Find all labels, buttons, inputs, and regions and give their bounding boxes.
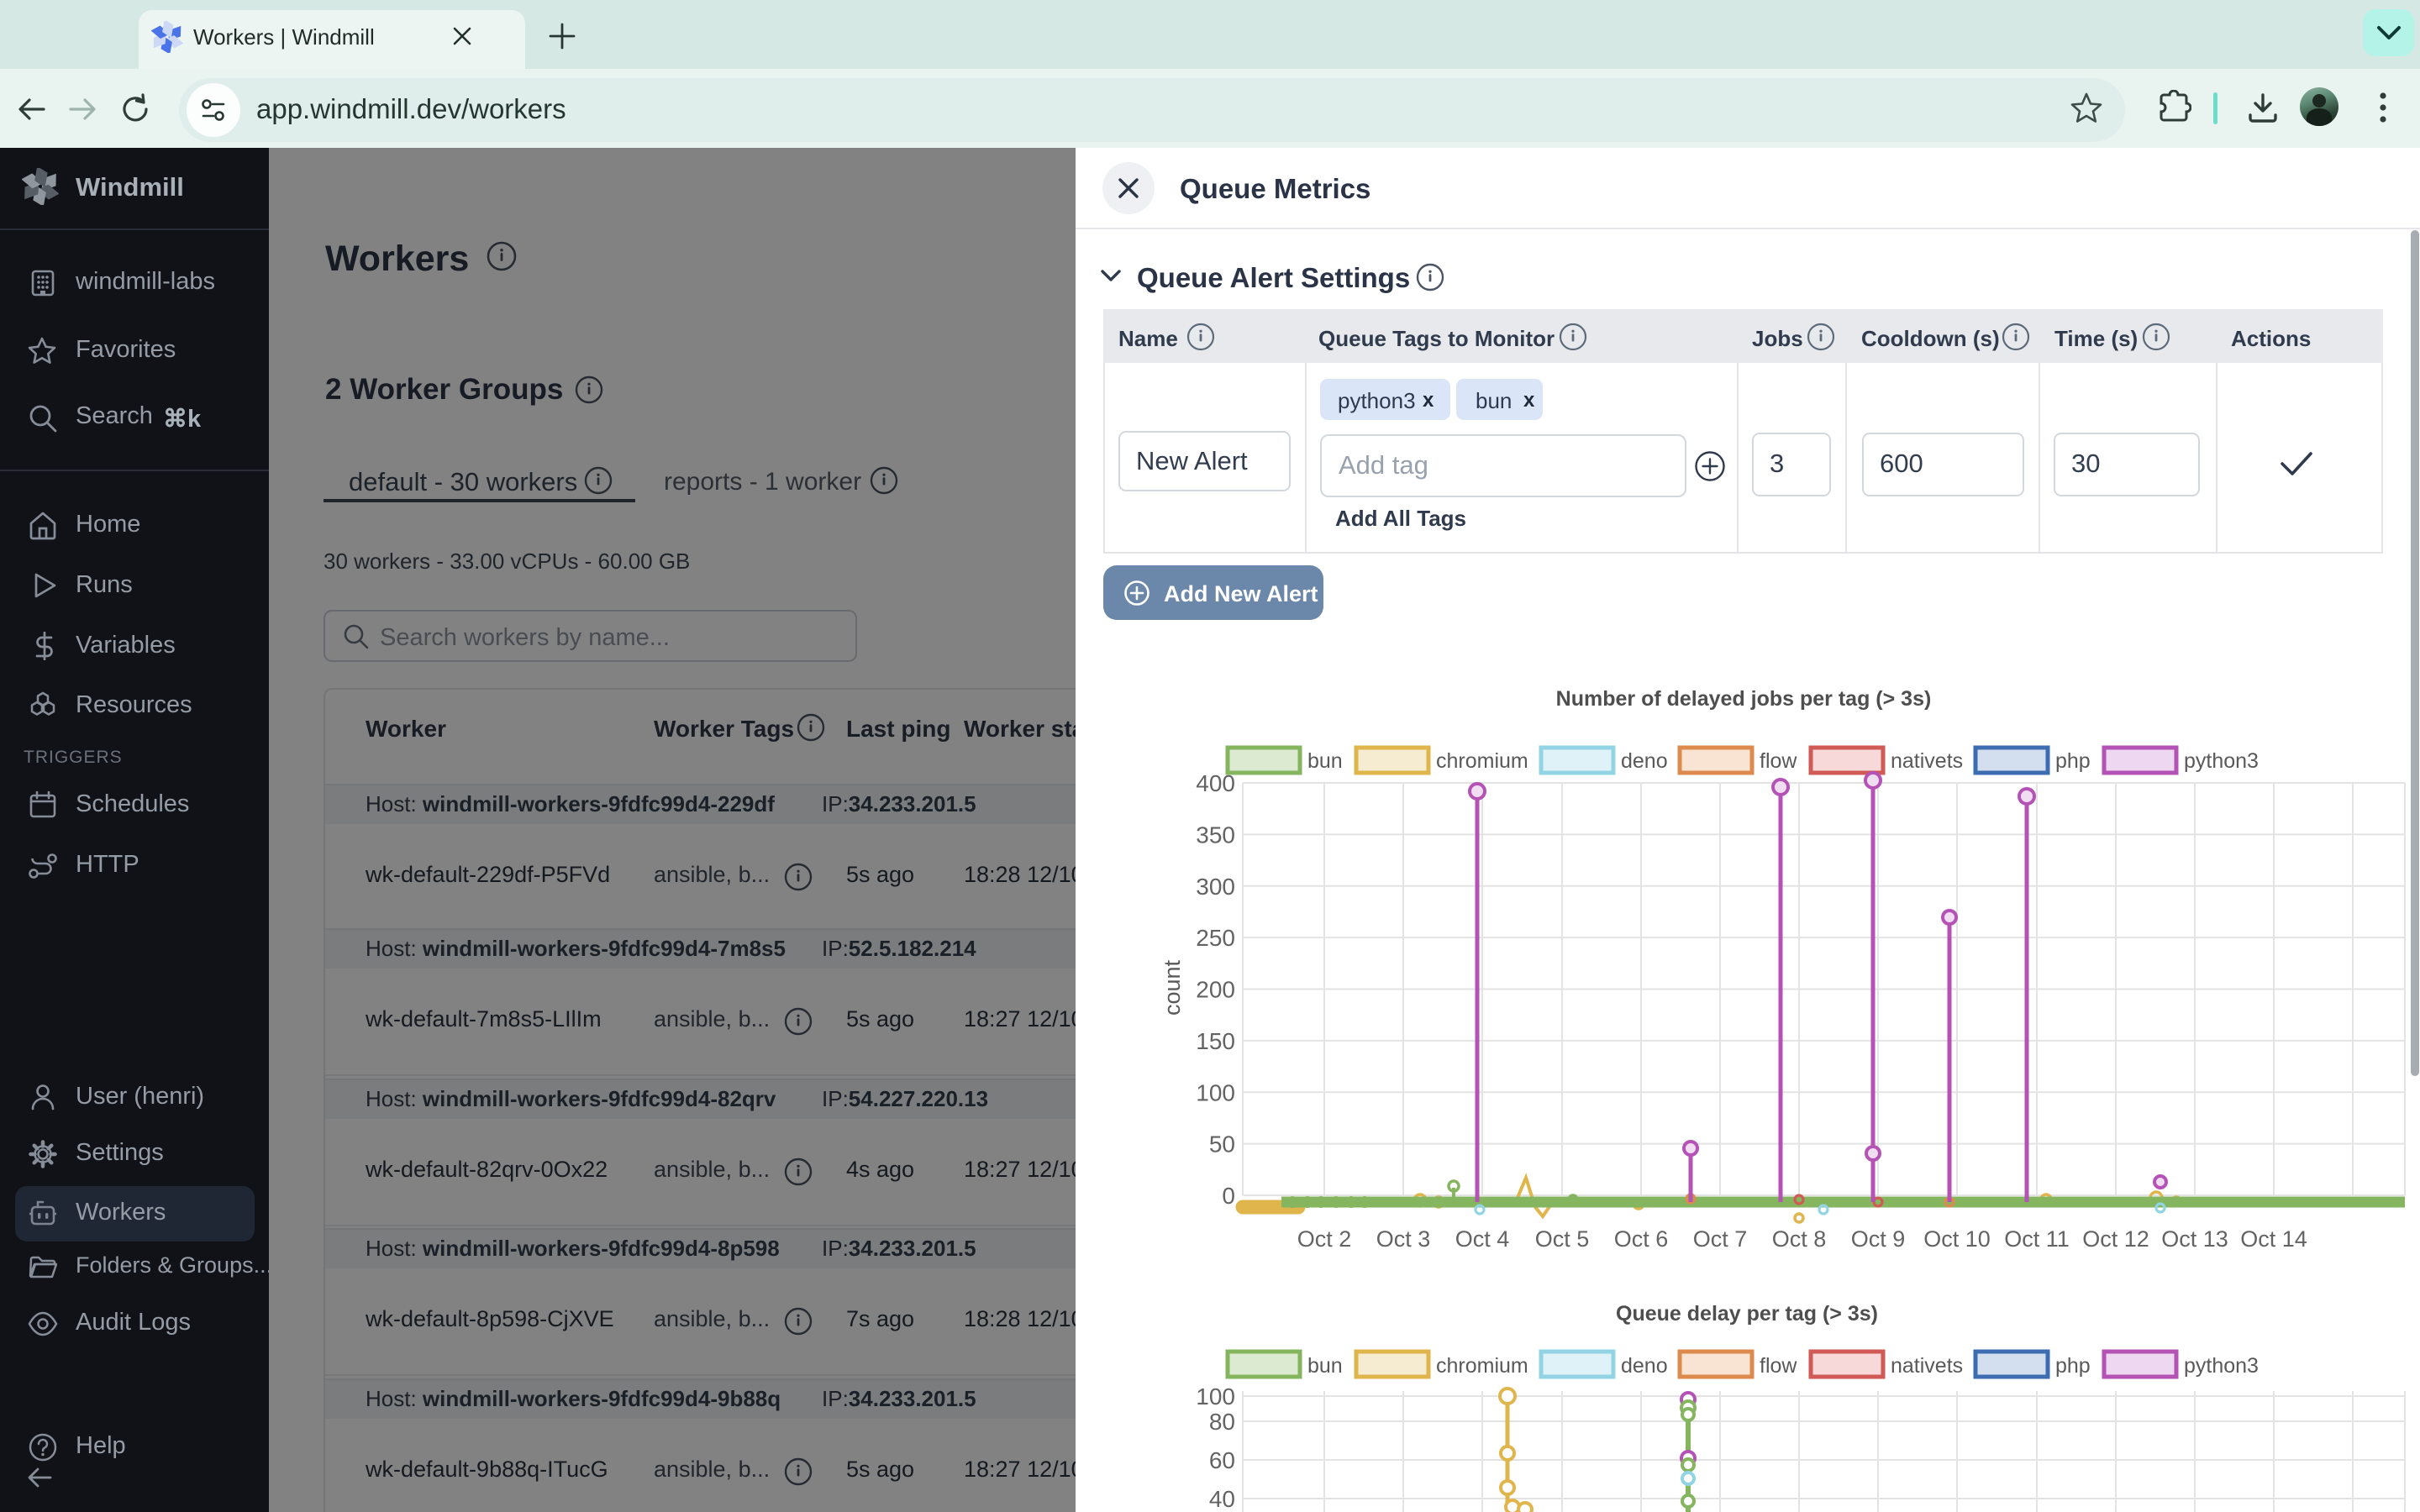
svg-text:python3: python3	[2184, 749, 2259, 773]
svg-text:350: 350	[1196, 822, 1235, 848]
svg-text:count: count	[1160, 959, 1185, 1016]
svg-text:nativets: nativets	[1891, 1354, 1963, 1378]
svg-text:bun: bun	[1307, 1354, 1343, 1378]
svg-text:200: 200	[1196, 977, 1235, 1003]
svg-text:Oct 6: Oct 6	[1614, 1226, 1669, 1252]
svg-text:150: 150	[1196, 1028, 1235, 1054]
svg-text:Oct 8: Oct 8	[1772, 1226, 1827, 1252]
svg-text:chromium: chromium	[1436, 1354, 1528, 1378]
svg-text:php: php	[2055, 1354, 2091, 1378]
svg-text:Number of delayed jobs per tag: Number of delayed jobs per tag (> 3s)	[1556, 687, 1932, 711]
svg-text:Oct 12: Oct 12	[2082, 1226, 2149, 1252]
svg-text:60: 60	[1209, 1447, 1235, 1473]
svg-text:400: 400	[1196, 770, 1235, 796]
svg-text:Oct 10: Oct 10	[1923, 1226, 1991, 1252]
svg-text:Oct 2: Oct 2	[1297, 1226, 1352, 1252]
svg-text:Oct 13: Oct 13	[2161, 1226, 2228, 1252]
svg-text:Oct 11: Oct 11	[2004, 1226, 2070, 1252]
svg-text:Oct 4: Oct 4	[1455, 1226, 1510, 1252]
svg-text:300: 300	[1196, 874, 1235, 900]
svg-text:100: 100	[1196, 1079, 1235, 1105]
svg-text:Queue delay per tag (> 3s): Queue delay per tag (> 3s)	[1616, 1302, 1878, 1326]
svg-text:Oct 5: Oct 5	[1535, 1226, 1590, 1252]
svg-text:Oct 7: Oct 7	[1693, 1226, 1748, 1252]
svg-text:deno: deno	[1621, 1354, 1668, 1378]
svg-text:80: 80	[1209, 1409, 1235, 1435]
svg-text:deno: deno	[1621, 749, 1668, 773]
svg-text:50: 50	[1209, 1131, 1235, 1158]
svg-text:Oct 14: Oct 14	[2240, 1226, 2307, 1252]
svg-text:100: 100	[1196, 1383, 1235, 1410]
svg-text:250: 250	[1196, 925, 1235, 951]
svg-text:Oct 3: Oct 3	[1376, 1226, 1431, 1252]
svg-text:chromium: chromium	[1436, 749, 1528, 773]
svg-text:nativets: nativets	[1891, 749, 1963, 773]
svg-text:flow: flow	[1760, 749, 1797, 773]
svg-text:bun: bun	[1307, 749, 1343, 773]
svg-text:40: 40	[1209, 1486, 1235, 1512]
svg-text:php: php	[2055, 749, 2091, 773]
svg-text:Oct 9: Oct 9	[1851, 1226, 1906, 1252]
svg-text:0: 0	[1222, 1183, 1235, 1209]
svg-text:flow: flow	[1760, 1354, 1797, 1378]
svg-text:python3: python3	[2184, 1354, 2259, 1378]
